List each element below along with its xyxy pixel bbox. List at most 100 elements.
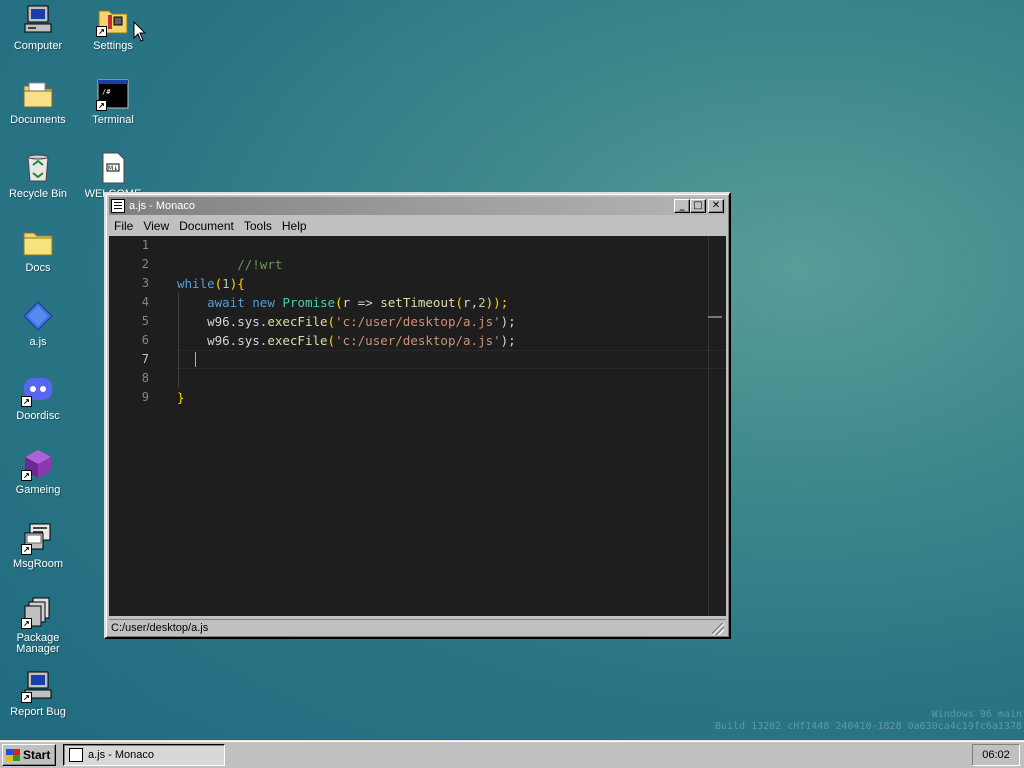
shortcut-arrow-icon: ↗ [96,26,107,37]
menu-view[interactable]: View [138,219,174,233]
class-token: Promise [282,295,336,310]
start-button[interactable]: Start [2,744,56,766]
line-number: 5 [141,314,149,328]
taskbar-item-label: a.js - Monaco [88,749,155,761]
bracket-token: ( [327,333,336,348]
desktop-icon-label: a.js [29,336,47,348]
bracket-token: ( [455,295,464,310]
operator-token: => [350,295,381,310]
code-line: w96.sys.execFile('c:/user/desktop/a.js')… [177,312,516,331]
line-number: 1 [141,238,149,252]
start-label: Start [23,748,51,762]
windows-logo-icon [6,749,20,761]
bracket-token: ){ [229,276,245,291]
bracket-token: )); [485,295,509,310]
msgroom-icon: ↗ [21,521,55,555]
notepad-app-icon [69,748,83,762]
comment-token: //!wrt [237,257,283,272]
desktop-icon-label: Report Bug [10,706,66,718]
identifier-token: w96.sys. [207,333,268,348]
shortcut-arrow-icon: ↗ [96,100,107,111]
desktop-icon-computer[interactable]: Computer [1,3,75,52]
shortcut-arrow-icon: ↗ [21,618,32,629]
window-title: a.js - Monaco [129,200,196,212]
desktop-icon-label: Doordisc [16,410,60,422]
welcome-file-icon: M↓ [96,151,130,185]
line-number: 6 [141,333,149,347]
maximize-button[interactable]: □ [690,199,706,213]
menu-file[interactable]: File [109,219,138,233]
notepad-app-icon [111,199,125,213]
vertical-scrollbar[interactable] [708,236,722,616]
function-token: execFile [267,333,328,348]
taskbar: Start a.js - Monaco 06:02 [0,740,1024,768]
function-token: execFile [267,314,328,329]
taskbar-item-monaco[interactable]: a.js - Monaco [63,744,225,766]
discord-icon: ↗ [21,373,55,407]
shortcut-arrow-icon: ↗ [21,692,32,703]
menu-tools[interactable]: Tools [239,219,277,233]
svg-text:/#: /# [102,88,111,96]
desktop-icon-msgroom[interactable]: ↗ MsgRoom [1,521,75,570]
punctuation-token: ); [500,314,516,329]
desktop-icon-label: Docs [25,262,51,274]
desktop-icon-package-manager[interactable]: ↗ Package Manager [1,595,75,655]
code-lines[interactable]: //!wrt while (1){ await new Promise(r => … [177,236,708,616]
desktop-icon-docs[interactable]: Docs [1,225,75,274]
code-line: //!wrt [177,236,282,272]
status-file-path: C:/user/desktop/a.js [111,622,209,634]
line-number: 2 [141,257,149,271]
shortcut-arrow-icon: ↗ [21,470,32,481]
number-token: 1 [222,276,230,291]
recycle-bin-icon [21,151,55,185]
minimize-button[interactable]: _ [674,199,690,213]
bracket-token: ( [335,295,343,310]
string-token: 'c:/user/desktop/a.js' [335,314,501,329]
monaco-window[interactable]: a.js - Monaco _ □ ✕ File View Document T… [104,192,731,639]
keyword-token: while [177,276,215,291]
resize-grip-icon[interactable] [712,623,724,635]
keyword-token: await [207,295,245,310]
watermark-line-1: Windows 96 main [931,709,1022,720]
report-bug-icon: ↗ [21,669,55,703]
desktop-icon-recycle-bin[interactable]: Recycle Bin [1,151,75,200]
desktop-icon-label: Documents [10,114,66,126]
number-token: 2 [478,295,486,310]
computer-icon [21,3,55,37]
punctuation-token: ); [500,333,516,348]
desktop-icon-documents[interactable]: Documents [1,77,75,126]
settings-folder-icon: ↗ [96,3,130,37]
string-token: 'c:/user/desktop/a.js' [335,333,501,348]
identifier-token: w96.sys. [207,314,268,329]
shortcut-arrow-icon: ↗ [21,544,32,555]
code-line: await new Promise(r => setTimeout(r,2)); [177,293,508,312]
line-number: 8 [141,371,149,385]
text-caret [195,352,196,367]
function-token: setTimeout [380,295,456,310]
desktop-icon-gameing[interactable]: ↗ Gameing [1,447,75,496]
line-number: 7 [141,352,149,366]
documents-folder-icon [21,77,55,111]
desktop-icon-report-bug[interactable]: ↗ Report Bug [1,669,75,718]
bracket-token: } [177,390,185,405]
folder-icon [21,225,55,259]
clock-text: 06:02 [982,749,1010,761]
desktop-icon-doordisc[interactable]: ↗ Doordisc [1,373,75,422]
menu-document[interactable]: Document [174,219,239,233]
desktop-icon-ajs[interactable]: a.js [1,299,75,348]
close-button[interactable]: ✕ [708,199,724,213]
scrollbar-position-marker [708,316,722,318]
menubar: File View Document Tools Help [109,217,726,235]
desktop-icon-terminal[interactable]: /# ↗ Terminal [76,77,150,126]
line-number: 4 [141,295,149,309]
code-editor[interactable]: 1 2 3 4 5 6 7 8 9 //!wrt while(1){ await… [109,236,726,616]
system-tray-clock[interactable]: 06:02 [972,744,1020,766]
desktop-icon-label: Computer [13,40,63,52]
desktop-icon-label: Gameing [15,484,61,496]
window-titlebar[interactable]: a.js - Monaco _ □ ✕ [109,197,726,215]
desktop-icon-label: MsgRoom [12,558,64,570]
menu-help[interactable]: Help [277,219,312,233]
mouse-cursor-icon [133,20,147,46]
desktop-icon-label: Recycle Bin [8,188,68,200]
package-manager-icon: ↗ [21,595,55,629]
